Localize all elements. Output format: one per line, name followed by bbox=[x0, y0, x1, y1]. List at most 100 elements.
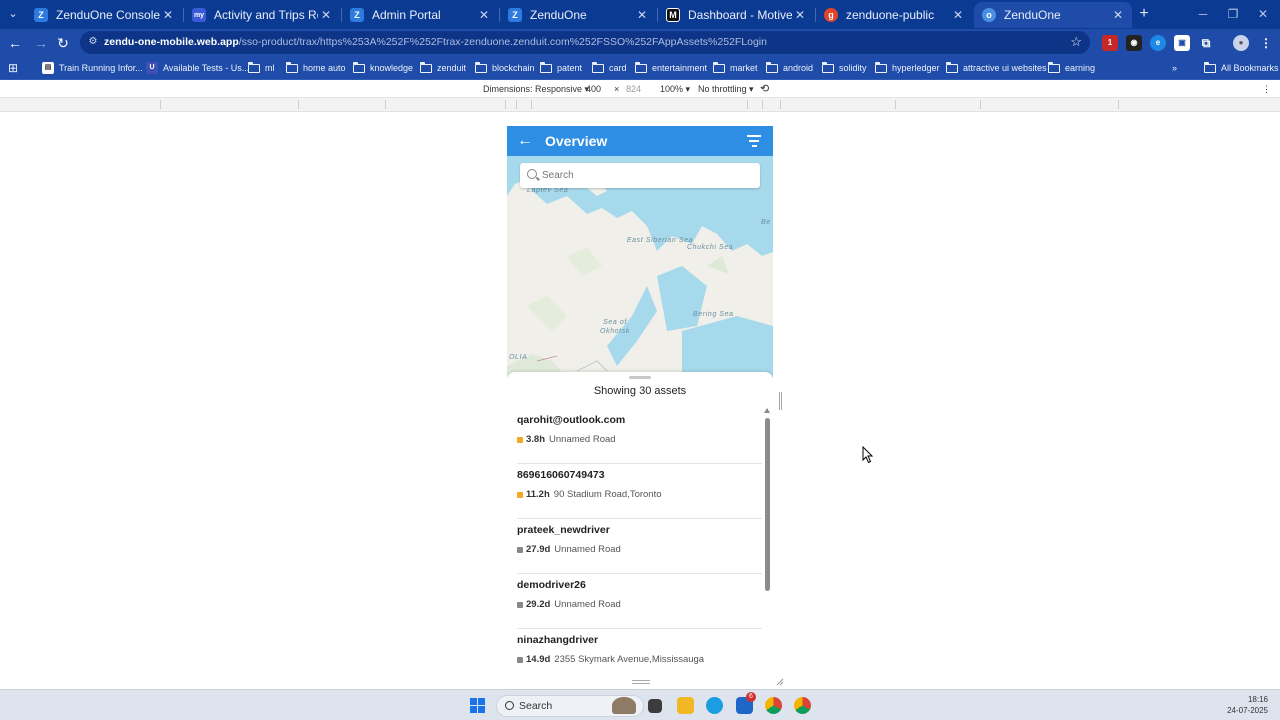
rotate-icon[interactable]: ⟲ bbox=[760, 82, 769, 95]
edge-extension-icon[interactable]: e bbox=[1150, 35, 1166, 51]
status-dot bbox=[517, 436, 523, 443]
chrome-icon[interactable] bbox=[765, 697, 782, 714]
sheet-drag-handle[interactable] bbox=[629, 376, 651, 379]
minimize-icon[interactable]: ─ bbox=[1188, 5, 1218, 23]
tab-close-icon[interactable]: ✕ bbox=[318, 8, 334, 22]
bookmark-folder-attractive-ui[interactable]: attractive ui websites bbox=[946, 61, 1047, 75]
asset-list-item[interactable]: demodriver26 29.2d Unnamed Road bbox=[517, 574, 762, 629]
asset-list-item[interactable]: 869616060749473 11.2h 90 Stadium Road,Tor… bbox=[517, 464, 762, 519]
window-close-icon[interactable]: ✕ bbox=[1248, 5, 1278, 23]
asset-map[interactable]: Laptev Sea East Siberian Sea Chukchi Sea… bbox=[507, 156, 773, 378]
extensions-puzzle-icon[interactable]: ⧉ bbox=[1198, 35, 1214, 51]
profile-avatar[interactable]: ● bbox=[1233, 35, 1249, 51]
viewport-resize-handle-right[interactable] bbox=[779, 392, 782, 410]
back-icon[interactable]: ← bbox=[5, 33, 25, 53]
bookmark-folder-entertainment[interactable]: entertainment bbox=[635, 61, 707, 75]
bookmark-folder-home-auto[interactable]: home auto bbox=[286, 61, 346, 75]
asset-list-item[interactable]: ninazhangdriver 14.9d 2355 Skymark Avenue… bbox=[517, 629, 762, 684]
asset-location: 2355 Skymark Avenue,Mississauga bbox=[554, 654, 705, 665]
bookmark-folder-earning[interactable]: earning bbox=[1048, 61, 1095, 75]
dimensions-select[interactable]: Dimensions: Responsive ▾ bbox=[483, 84, 589, 95]
bookmark-folder-zenduit[interactable]: zenduit bbox=[420, 61, 466, 75]
extension-icon[interactable]: 1 bbox=[1102, 35, 1118, 51]
tab-zenduone-public[interactable]: g zenduone-public ✕ bbox=[816, 2, 972, 28]
forward-icon[interactable]: → bbox=[31, 33, 51, 53]
bookmark-folder-blockchain[interactable]: blockchain bbox=[475, 61, 535, 75]
map-label-chukchi: Chukchi Sea bbox=[687, 244, 734, 251]
task-view-icon[interactable] bbox=[648, 699, 662, 713]
address-bar[interactable]: ⚙ zendu-one-mobile.web.app/sso-product/t… bbox=[80, 31, 1090, 54]
tab-close-icon[interactable]: ✕ bbox=[160, 8, 176, 22]
bookmark-label: solidity bbox=[839, 63, 867, 73]
edge-browser-icon[interactable] bbox=[706, 697, 723, 714]
bookmark-folder-hyperledger[interactable]: hyperledger bbox=[875, 61, 940, 75]
bookmark-folder-market[interactable]: market bbox=[713, 61, 758, 75]
widgets-icon[interactable] bbox=[612, 697, 636, 714]
bookmark-folder-ml[interactable]: ml bbox=[248, 61, 275, 75]
viewport-resize-corner-icon[interactable] bbox=[776, 678, 784, 686]
tab-close-icon[interactable]: ✕ bbox=[476, 8, 492, 22]
back-arrow-icon[interactable]: ← bbox=[517, 132, 533, 150]
bookmark-folder-solidity[interactable]: solidity bbox=[822, 61, 867, 75]
width-input[interactable]: 400 bbox=[582, 83, 605, 96]
asset-list-item[interactable]: prateek_newdriver 27.9d Unnamed Road bbox=[517, 519, 762, 574]
chrome-menu-icon[interactable]: ⋮ bbox=[1258, 35, 1274, 51]
height-input[interactable]: 824 bbox=[622, 83, 645, 96]
bookmark-folder-knowledge[interactable]: knowledge bbox=[353, 61, 413, 75]
extension-dark-icon[interactable]: ◉ bbox=[1126, 35, 1142, 51]
search-input[interactable] bbox=[542, 167, 752, 184]
restore-icon[interactable]: ❐ bbox=[1218, 5, 1248, 23]
scroll-up-arrow-icon[interactable] bbox=[764, 408, 770, 413]
filter-icon[interactable] bbox=[747, 135, 761, 147]
throttling-select[interactable]: No throttling ▾ bbox=[698, 84, 754, 95]
bookmark-label: ml bbox=[265, 63, 275, 73]
bookmark-train-running[interactable]: ▤ Train Running Infor... bbox=[42, 61, 143, 75]
list-scrollbar[interactable] bbox=[765, 418, 770, 591]
new-tab-icon[interactable]: + bbox=[1136, 5, 1152, 23]
tab-admin-portal[interactable]: Z Admin Portal ✕ bbox=[342, 2, 498, 28]
bookmark-label: android bbox=[783, 63, 814, 73]
tab-zenduone[interactable]: Z ZenduOne ✕ bbox=[500, 2, 656, 28]
tab-close-icon[interactable]: ✕ bbox=[1110, 8, 1126, 22]
url-text[interactable]: zendu-one-mobile.web.app/sso-product/tra… bbox=[104, 36, 767, 48]
bookmark-folder-android[interactable]: android bbox=[766, 61, 813, 75]
viewport-resize-handle-bottom[interactable] bbox=[632, 680, 650, 684]
tab-favicon: my bbox=[192, 8, 206, 22]
search-field[interactable] bbox=[520, 163, 760, 188]
tab-zenduone-console[interactable]: Z ZenduOne Console ✕ bbox=[26, 2, 182, 28]
reload-icon[interactable]: ↻ bbox=[53, 33, 73, 53]
bookmark-folder-card[interactable]: card bbox=[592, 61, 627, 75]
windows-start-icon[interactable] bbox=[470, 698, 485, 713]
site-info-icon[interactable]: ⚙ bbox=[86, 36, 100, 48]
bookmark-label: zenduit bbox=[437, 63, 467, 73]
tab-activity-report[interactable]: my Activity and Trips Report | MyG ✕ bbox=[184, 2, 340, 28]
mail-icon[interactable]: 6 bbox=[736, 692, 756, 714]
bookmarks-overflow-icon[interactable]: » bbox=[1172, 61, 1177, 75]
system-clock[interactable]: 18:16 24-07-2025 bbox=[1227, 694, 1268, 716]
chrome-profile-icon[interactable] bbox=[794, 697, 811, 714]
bookmark-label: patent bbox=[557, 63, 583, 73]
extension-box-icon[interactable]: ▣ bbox=[1174, 35, 1190, 51]
bookmark-folder-patent[interactable]: patent bbox=[540, 61, 582, 75]
bookmark-star-icon[interactable]: ☆ bbox=[1070, 34, 1082, 50]
clock-date: 24-07-2025 bbox=[1227, 706, 1268, 715]
tab-close-icon[interactable]: ✕ bbox=[950, 8, 966, 22]
bookmark-label: attractive ui websites bbox=[963, 63, 1047, 73]
apps-grid-icon[interactable]: ⊞ bbox=[8, 61, 18, 75]
tab-label: Admin Portal bbox=[372, 8, 441, 22]
tab-close-icon[interactable]: ✕ bbox=[792, 8, 808, 22]
file-explorer-icon[interactable] bbox=[677, 697, 694, 714]
device-more-icon[interactable]: ⋮ bbox=[1262, 84, 1271, 95]
folder-icon bbox=[353, 61, 365, 73]
tab-zenduone-active[interactable]: o ZenduOne ✕ bbox=[974, 2, 1132, 28]
mail-badge: 6 bbox=[746, 692, 756, 702]
tab-dashboard-motive[interactable]: M Dashboard - Motive ✕ bbox=[658, 2, 814, 28]
media-query-ruler bbox=[0, 98, 1280, 112]
bookmark-available-tests[interactable]: U Available Tests - Us... bbox=[146, 61, 249, 75]
tab-close-icon[interactable]: ✕ bbox=[634, 8, 650, 22]
zoom-select[interactable]: 100% ▾ bbox=[660, 84, 690, 95]
asset-age: 29.2d bbox=[526, 599, 551, 610]
all-bookmarks[interactable]: All Bookmarks bbox=[1204, 61, 1279, 75]
tab-search-icon[interactable]: ⌄ bbox=[4, 7, 22, 23]
asset-list-item[interactable]: qarohit@outlook.com 3.8h Unnamed Road bbox=[517, 409, 762, 464]
